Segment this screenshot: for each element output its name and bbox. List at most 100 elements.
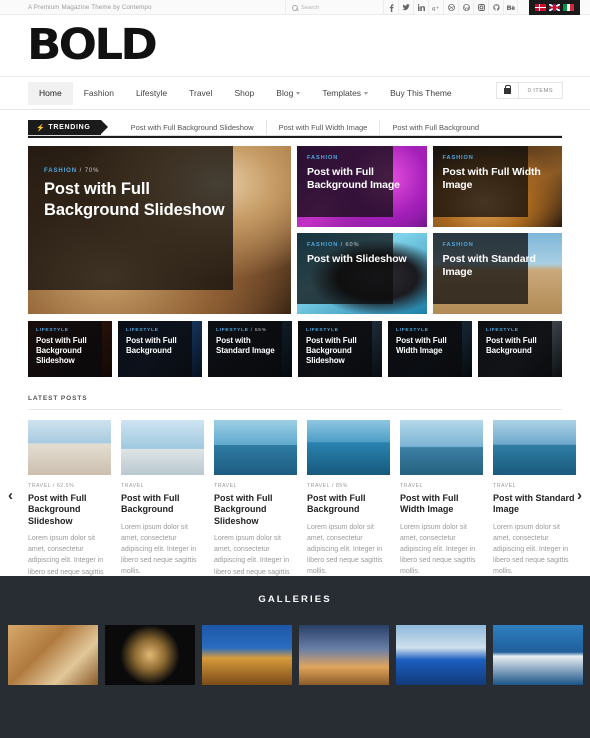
post-excerpt: Lorem ipsum dolor sit amet, consectetur … [307,523,383,576]
post-meta: TRAVEL / 85% [307,483,348,489]
card-title[interactable]: Post with Standard Image [216,336,286,356]
category-label: LIFESTYLE [216,328,249,333]
trending-items: Post with Full Background Slideshow Post … [119,120,491,135]
nav-item-lifestyle[interactable]: Lifestyle [125,82,178,105]
nav-item-travel[interactable]: Travel [178,82,223,105]
carousel-prev-arrow[interactable]: ‹ [8,488,13,503]
twitter-icon[interactable] [398,0,413,15]
italy-flag-icon[interactable] [563,4,574,11]
hero-card[interactable]: FASHION / 60% Post with Slideshow [297,233,427,314]
nav-item-label: Travel [189,87,213,98]
latest-post-item[interactable]: TRAVEL Post with Full Width Image Lorem ip… [400,420,483,589]
card-category: LIFESTYLE [396,328,466,333]
nav-item-fashion[interactable]: Fashion [73,82,125,105]
card-text: LIFESTYLE Post with Full Width Image [396,328,466,356]
gallery-thumbnail[interactable] [298,625,389,685]
post-title[interactable]: Post with Standard Image [493,493,576,516]
denmark-flag-icon[interactable] [535,4,546,11]
card-text: LIFESTYLE Post with Full Background Slid… [36,328,106,365]
lifestyle-card[interactable]: LIFESTYLE Post with Full Background [478,321,562,377]
post-title[interactable]: Post with Full Background Slideshow [28,493,111,527]
card-title[interactable]: Post with Full Background Slideshow [36,336,106,365]
card-title[interactable]: Post with Full Background Image [307,166,417,192]
card-category: FASHION [443,242,553,248]
card-title[interactable]: Post with Full Background Slideshow [306,336,376,365]
post-thumbnail[interactable] [28,420,111,475]
united-kingdom-flag-icon[interactable] [549,4,560,11]
percent-label: / 55% [250,328,267,333]
trending-item[interactable]: Post with Full Width Image [267,120,381,135]
social-links: g+ [383,0,518,15]
cart-button[interactable]: 0 ITEMS [495,82,563,99]
lifestyle-card[interactable]: LIFESTYLE / 55% Post with Standard Image [208,321,292,377]
category-label: LIFESTYLE [486,328,519,333]
google-plus-icon[interactable]: g+ [428,0,443,15]
card-title[interactable]: Post with Full Background [126,336,196,356]
github-icon[interactable] [488,0,503,15]
nav-item-home[interactable]: Home [28,81,73,105]
search-input[interactable]: Search [301,5,319,11]
nav-item-blog[interactable]: Blog [265,82,311,105]
percent-label: / 60% [340,242,360,248]
card-title[interactable]: Post with Full Width Image [396,336,466,356]
card-title[interactable]: Post with Full Width Image [443,166,553,192]
nav-item-label: Fashion [83,87,114,98]
card-text: LIFESTYLE Post with Full Background [126,328,196,356]
latest-post-item[interactable]: TRAVEL Post with Full Background Slidesho… [214,420,297,589]
card-category: LIFESTYLE [306,328,376,333]
post-thumbnail[interactable] [307,420,390,475]
lifestyle-card[interactable]: LIFESTYLE Post with Full Background Slid… [298,321,382,377]
card-title[interactable]: Post with Slideshow [307,253,417,266]
linkedin-icon[interactable] [413,0,428,15]
category-label: FASHION [442,242,474,248]
hero-card[interactable]: FASHION Post with Full Background Image [297,146,427,227]
card-category: FASHION / 60% [307,242,417,248]
behance-icon[interactable] [503,0,518,15]
post-title[interactable]: Post with Full Background [121,493,204,516]
card-text: LIFESTYLE Post with Full Background Slid… [306,328,376,365]
post-thumbnail[interactable] [400,420,483,475]
gallery-thumbnail[interactable] [395,625,486,685]
gallery-thumbnail[interactable] [492,625,583,685]
site-logo[interactable]: BOLD [27,24,158,67]
lifestyle-card[interactable]: LIFESTYLE Post with Full Background Slid… [28,321,112,377]
lifestyle-card[interactable]: LIFESTYLE Post with Full Background [118,321,202,377]
card-text: LIFESTYLE / 55% Post with Standard Image [216,328,286,356]
dribbble-icon[interactable] [443,0,458,15]
latest-post-item[interactable]: TRAVEL Post with Standard Image Lorem ipsu… [493,420,576,589]
post-title[interactable]: Post with Full Background Slideshow [214,493,297,527]
facebook-icon[interactable] [383,0,398,15]
post-title[interactable]: Post with Full Width Image [400,493,483,516]
hero-card[interactable]: FASHION Post with Full Width Image [432,146,562,227]
gallery-thumbnail[interactable] [201,625,292,685]
post-thumbnail[interactable] [493,420,576,475]
latest-post-item[interactable]: TRAVEL / 85% Post with Full Background Lor… [307,420,390,589]
latest-post-item[interactable]: TRAVEL / 62.5% Post with Full Background … [28,420,111,589]
card-title[interactable]: Post with Standard Image [443,253,553,279]
nav-item-buy-this-theme[interactable]: Buy This Theme [379,82,463,105]
hero-featured-title[interactable]: Post with Full Background Slideshow [44,179,239,220]
latest-posts-list: TRAVEL / 62.5% Post with Full Background … [28,420,576,589]
trending-tag: ⚡ TRENDING [28,120,108,135]
post-thumbnail[interactable] [214,420,297,475]
hero-card[interactable]: FASHION Post with Standard Image [432,233,562,314]
nav-item-templates[interactable]: Templates [311,82,379,105]
latest-post-item[interactable]: TRAVEL Post with Full Background Lorem ips… [121,420,204,589]
nav-item-shop[interactable]: Shop [223,82,265,105]
carousel-next-arrow[interactable]: › [577,488,582,503]
post-thumbnail[interactable] [121,420,204,475]
wordpress-icon[interactable] [458,0,473,15]
trending-item[interactable]: Post with Full Background [380,120,491,135]
card-title[interactable]: Post with Full Background [486,336,556,356]
hero-featured-card[interactable]: FASHION / 70% Post with Full Background … [28,146,291,314]
trending-item[interactable]: Post with Full Background Slideshow [119,120,267,135]
search-box[interactable]: Search [285,1,393,14]
gallery-thumbnail[interactable] [104,625,195,685]
post-excerpt: Lorem ipsum dolor sit amet, consectetur … [121,523,197,576]
gallery-thumbnail[interactable] [7,625,98,685]
top-bar: A Premium Magazine Theme by Contempo Sea… [0,0,590,15]
site-tagline: A Premium Magazine Theme by Contempo [28,3,152,11]
instagram-icon[interactable] [473,0,488,15]
post-title[interactable]: Post with Full Background [307,493,390,516]
lifestyle-card[interactable]: LIFESTYLE Post with Full Width Image [388,321,472,377]
